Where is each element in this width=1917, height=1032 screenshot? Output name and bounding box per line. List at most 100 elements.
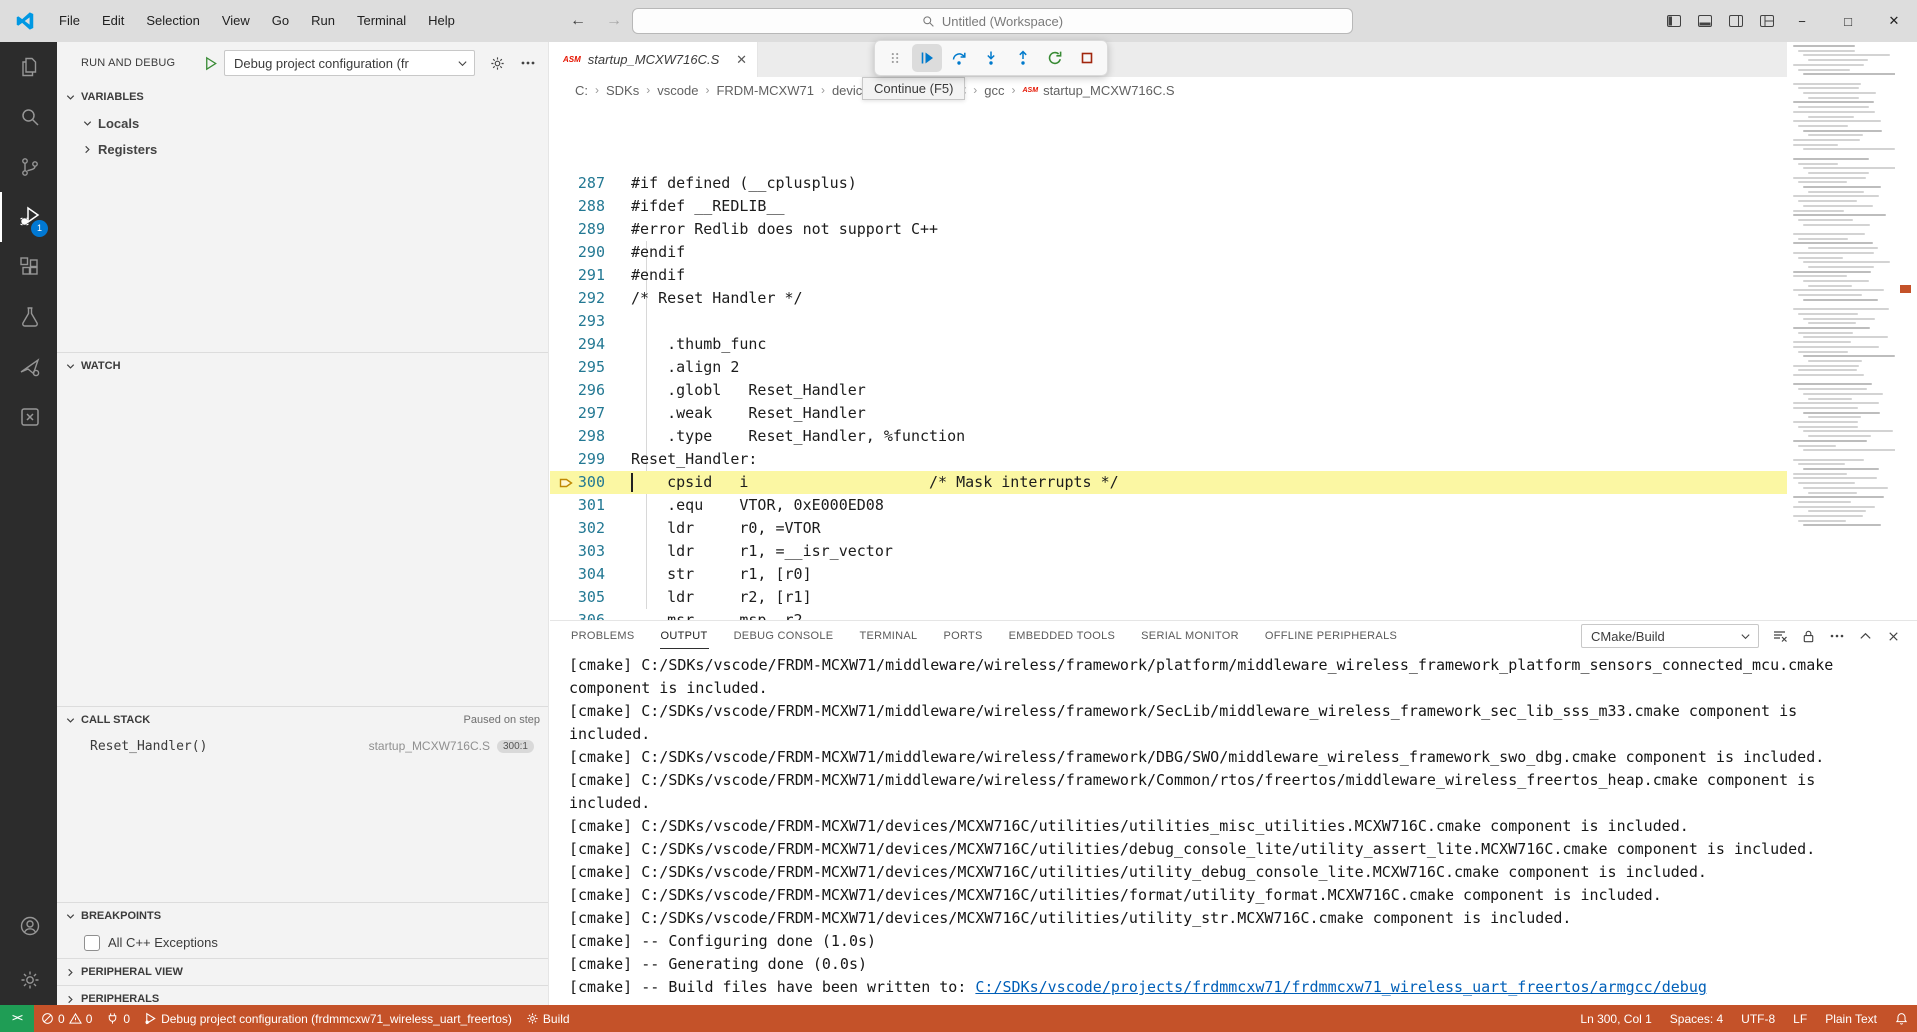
menu-selection[interactable]: Selection: [135, 7, 210, 35]
line-number[interactable]: 297: [550, 402, 631, 425]
encoding-status[interactable]: UTF-8: [1732, 1005, 1784, 1032]
problems-status[interactable]: 0 0: [34, 1005, 99, 1032]
breadcrumb-file[interactable]: startup_MCXW716C.S: [1043, 83, 1175, 98]
code-row[interactable]: 289#error Redlib does not support C++: [550, 218, 1787, 241]
code-row[interactable]: 302 ldr r0, =VTOR: [550, 517, 1787, 540]
line-number[interactable]: 294: [550, 333, 631, 356]
breadcrumb-item[interactable]: FRDM-MCXW71: [716, 83, 814, 98]
lock-scroll-icon[interactable]: [1801, 629, 1816, 644]
line-number[interactable]: 296: [550, 379, 631, 402]
debug-configuration-status[interactable]: Debug project configuration (frdmmcxw71_…: [137, 1005, 519, 1032]
line-number[interactable]: 290: [550, 241, 631, 264]
line-number[interactable]: 288: [550, 195, 631, 218]
run-and-debug-icon[interactable]: 1: [0, 192, 57, 242]
step-into-button[interactable]: [976, 44, 1006, 72]
testing-icon[interactable]: [0, 292, 57, 342]
step-over-button[interactable]: [944, 44, 974, 72]
code-row[interactable]: 304 str r1, [r0]: [550, 563, 1787, 586]
line-number[interactable]: 301: [550, 494, 631, 517]
code-row[interactable]: 303 ldr r1, =__isr_vector: [550, 540, 1787, 563]
panel-tab-terminal[interactable]: TERMINAL: [858, 624, 918, 648]
language-mode-status[interactable]: Plain Text: [1816, 1005, 1886, 1032]
line-number[interactable]: 289: [550, 218, 631, 241]
breadcrumb-item[interactable]: vscode: [657, 83, 698, 98]
toggle-panel-icon[interactable]: [1697, 13, 1713, 29]
code-row[interactable]: 292/* Reset Handler */: [550, 287, 1787, 310]
code-row[interactable]: 305 ldr r2, [r1]: [550, 586, 1787, 609]
code-row[interactable]: 299Reset_Handler:: [550, 448, 1787, 471]
stack-frame-row[interactable]: Reset_Handler() startup_MCXW716C.S 300:1: [57, 733, 548, 759]
minimize-button[interactable]: −: [1779, 0, 1825, 42]
line-number[interactable]: 293: [550, 310, 631, 333]
panel-tab-embedded-tools[interactable]: EMBEDDED TOOLS: [1008, 624, 1117, 648]
exceptions-checkbox[interactable]: [84, 935, 100, 951]
code-row[interactable]: 293: [550, 310, 1787, 333]
debug-configuration-select[interactable]: Debug project configuration (fr: [224, 50, 475, 76]
maximize-button[interactable]: □: [1825, 0, 1871, 42]
call-stack-section-header[interactable]: CALL STACK Paused on step: [57, 707, 548, 733]
breadcrumb-item[interactable]: SDKs: [606, 83, 639, 98]
step-out-button[interactable]: [1008, 44, 1038, 72]
code-row[interactable]: 288#ifdef __REDLIB__: [550, 195, 1787, 218]
output-channel-select[interactable]: CMake/Build: [1581, 624, 1759, 648]
line-number[interactable]: 295: [550, 356, 631, 379]
panel-tab-serial-monitor[interactable]: SERIAL MONITOR: [1140, 624, 1240, 648]
code-row[interactable]: 297 .weak Reset_Handler: [550, 402, 1787, 425]
accounts-icon[interactable]: [0, 901, 57, 951]
clear-output-icon[interactable]: [1772, 628, 1788, 644]
output-log[interactable]: [cmake] C:/SDKs/vscode/FRDM-MCXW71/middl…: [569, 654, 1881, 999]
build-status[interactable]: Build: [519, 1005, 577, 1032]
restart-button[interactable]: [1040, 44, 1070, 72]
menu-view[interactable]: View: [211, 7, 261, 35]
tab-startup-file[interactable]: ASM startup_MCXW716C.S ✕: [550, 42, 758, 77]
x-extension-icon[interactable]: [0, 392, 57, 442]
start-debug-icon[interactable]: [203, 56, 218, 71]
peripheral-view-section-header[interactable]: PERIPHERAL VIEW: [57, 959, 548, 985]
command-center-search[interactable]: Untitled (Workspace): [632, 8, 1353, 34]
source-control-icon[interactable]: [0, 142, 57, 192]
line-number[interactable]: 292: [550, 287, 631, 310]
line-number[interactable]: 305: [550, 586, 631, 609]
line-number[interactable]: 304: [550, 563, 631, 586]
nav-forward-icon[interactable]: →: [606, 12, 622, 30]
line-number[interactable]: 299: [550, 448, 631, 471]
menu-edit[interactable]: Edit: [91, 7, 135, 35]
mcuxpresso-icon[interactable]: [0, 342, 57, 392]
customize-layout-icon[interactable]: [1759, 13, 1775, 29]
editor-scrollbar[interactable]: [1895, 42, 1917, 620]
menu-terminal[interactable]: Terminal: [346, 7, 417, 35]
panel-tab-ports[interactable]: PORTS: [942, 624, 983, 648]
code-row[interactable]: 296 .globl Reset_Handler: [550, 379, 1787, 402]
menu-file[interactable]: File: [48, 7, 91, 35]
menu-run[interactable]: Run: [300, 7, 346, 35]
stop-button[interactable]: [1072, 44, 1102, 72]
line-col-status[interactable]: Ln 300, Col 1: [1571, 1005, 1660, 1032]
code-row[interactable]: 291#endif: [550, 264, 1787, 287]
ports-status[interactable]: 0: [99, 1005, 137, 1032]
nav-back-icon[interactable]: ←: [570, 12, 586, 30]
registers-tree-item[interactable]: Registers: [57, 136, 548, 162]
eol-status[interactable]: LF: [1784, 1005, 1816, 1032]
extensions-icon[interactable]: [0, 242, 57, 292]
indentation-status[interactable]: Spaces: 4: [1661, 1005, 1732, 1032]
minimap[interactable]: [1787, 42, 1895, 620]
panel-tab-output[interactable]: OUTPUT: [660, 624, 709, 649]
breadcrumb-item[interactable]: C:: [575, 83, 588, 98]
debug-settings-gear-icon[interactable]: [489, 55, 506, 72]
code-row[interactable]: 298 .type Reset_Handler, %function: [550, 425, 1787, 448]
menu-go[interactable]: Go: [261, 7, 300, 35]
views-more-actions-icon[interactable]: [520, 55, 536, 71]
line-number[interactable]: 302: [550, 517, 631, 540]
toolbar-drag-handle[interactable]: [880, 44, 910, 72]
panel-tab-problems[interactable]: PROBLEMS: [570, 624, 636, 648]
line-number[interactable]: 291: [550, 264, 631, 287]
code-row[interactable]: 287#if defined (__cplusplus): [550, 172, 1787, 195]
panel-more-actions-icon[interactable]: [1829, 628, 1845, 644]
menu-help[interactable]: Help: [417, 7, 466, 35]
maximize-panel-icon[interactable]: [1858, 629, 1873, 644]
code-row[interactable]: 290#endif: [550, 241, 1787, 264]
remote-indicator[interactable]: ><: [0, 1005, 34, 1032]
search-icon[interactable]: [0, 92, 57, 142]
settings-gear-icon[interactable]: [0, 955, 57, 1005]
code-editor[interactable]: 287#if defined (__cplusplus)288#ifdef __…: [550, 103, 1787, 620]
